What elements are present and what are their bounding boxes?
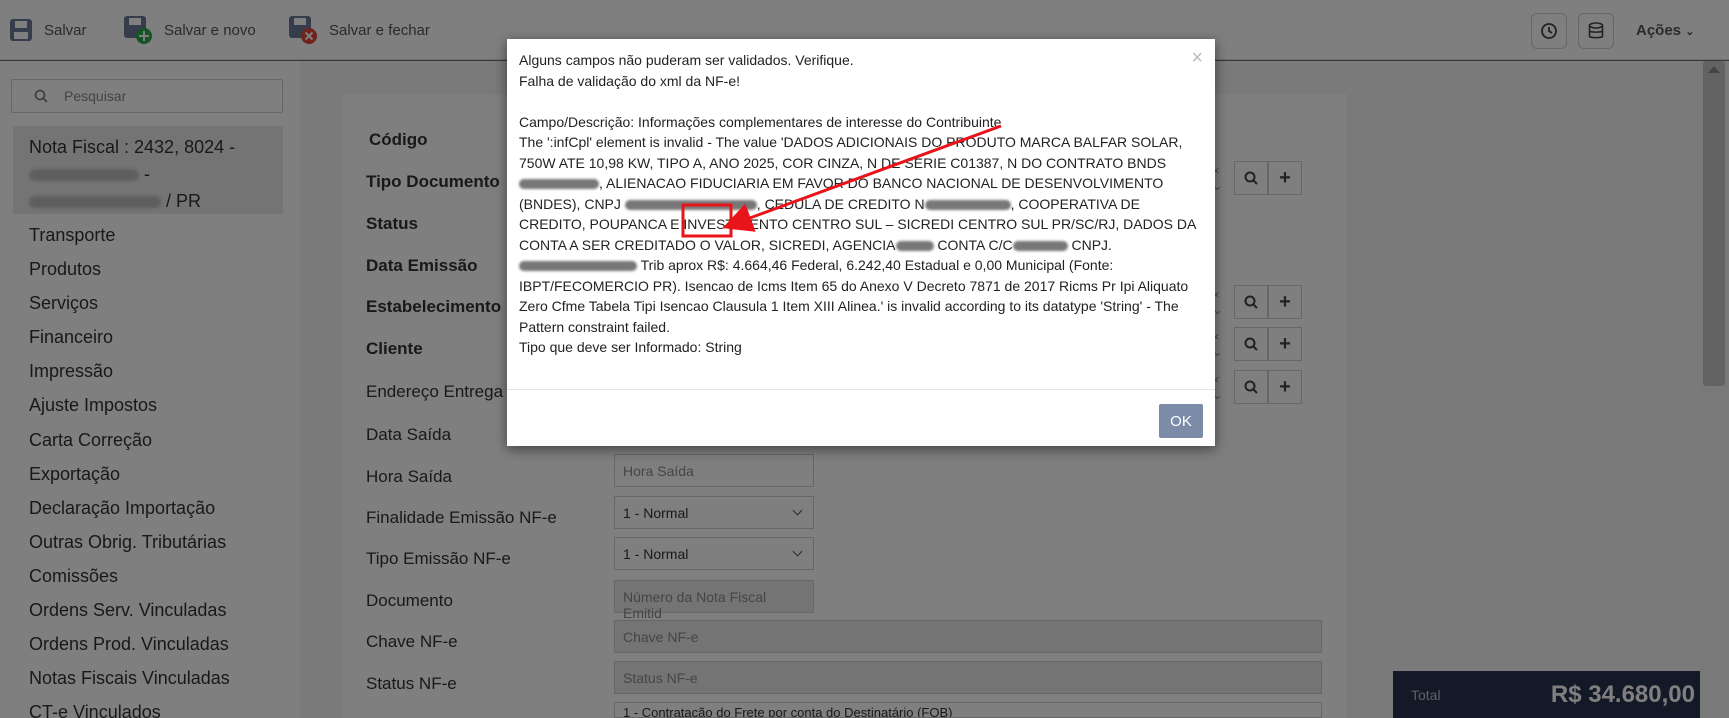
redacted-text <box>519 179 599 190</box>
ok-button[interactable]: OK <box>1159 404 1203 438</box>
message-line-1: Alguns campos não puderam ser validados.… <box>519 52 854 68</box>
detail-part: CNPJ. <box>1067 236 1112 253</box>
message-campo: Campo/Descrição: Informações complementa… <box>519 113 1002 130</box>
redacted-text <box>624 199 757 210</box>
detail-part: , CEDULA DE CREDITO N <box>756 195 925 212</box>
message-detail: The ':infCpl' element is invalid - The v… <box>519 132 1209 337</box>
dialog-footer: OK <box>507 389 1215 446</box>
redacted-text <box>895 240 934 251</box>
redacted-text <box>924 199 1011 210</box>
message-tipo: Tipo que deve ser Informado: String <box>519 339 742 355</box>
message-line-2: Falha de validação do xml da NF-e! <box>519 72 740 89</box>
redacted-text <box>519 261 637 272</box>
detail-part: The ':infCpl' element is invalid - The v… <box>519 134 1183 171</box>
dialog-message: Alguns campos não puderam ser validados.… <box>519 50 1209 358</box>
redacted-text <box>1012 240 1068 251</box>
detail-part: CONTA C/C <box>933 236 1013 253</box>
validation-error-dialog: × Alguns campos não puderam ser validado… <box>507 39 1215 446</box>
